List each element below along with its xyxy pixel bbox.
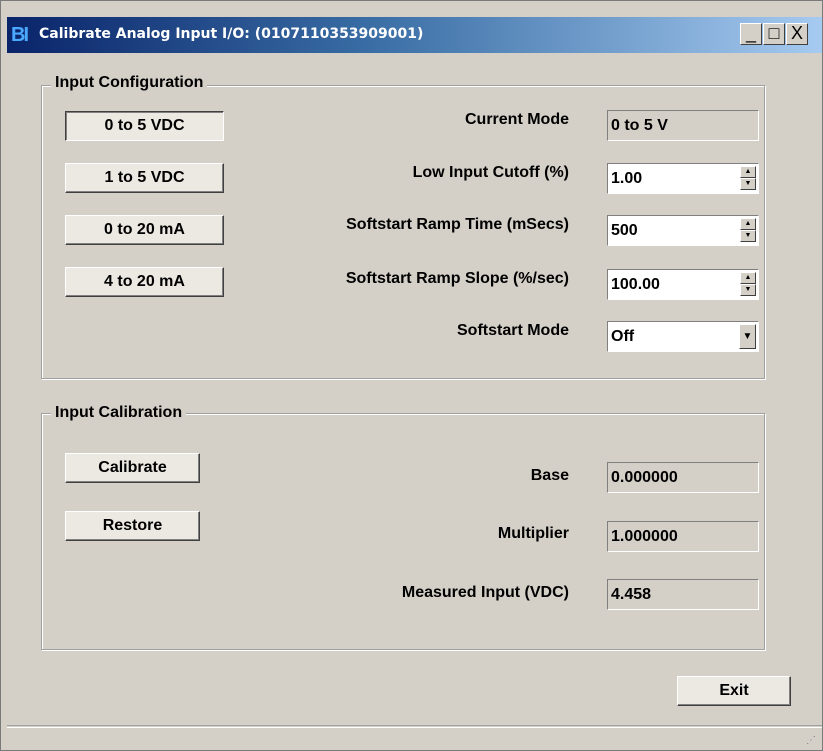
softstart-ramp-slope-value: 100.00 bbox=[611, 276, 660, 293]
softstart-ramp-slope-spinner[interactable]: ▲ ▼ bbox=[740, 272, 756, 297]
multiplier-value: 1.000000 bbox=[611, 528, 678, 545]
base-label: Base bbox=[530, 467, 569, 484]
close-button[interactable]: X bbox=[786, 23, 808, 45]
mode-0-20ma-button[interactable]: 0 to 20 mA bbox=[65, 215, 224, 245]
calibrate-button[interactable]: Calibrate bbox=[65, 453, 200, 483]
base-field: 0.000000 bbox=[607, 462, 759, 493]
softstart-ramp-slope-label: Softstart Ramp Slope (%/sec) bbox=[345, 270, 569, 287]
maximize-button[interactable]: □ bbox=[763, 23, 785, 45]
resize-grip-icon[interactable]: ⋰ bbox=[806, 735, 816, 746]
current-mode-field: 0 to 5 V bbox=[607, 110, 759, 141]
spin-down-icon[interactable]: ▼ bbox=[740, 230, 756, 242]
status-bar bbox=[7, 725, 822, 727]
calibrate-window: BI Calibrate Analog Input I/O: (01071103… bbox=[0, 0, 823, 751]
low-input-cutoff-label: Low Input Cutoff (%) bbox=[412, 164, 569, 181]
spin-down-icon[interactable]: ▼ bbox=[740, 178, 756, 190]
low-input-cutoff-spinner[interactable]: ▲ ▼ bbox=[740, 166, 756, 191]
restore-button[interactable]: Restore bbox=[65, 511, 200, 541]
chevron-down-icon[interactable]: ▼ bbox=[739, 324, 756, 349]
measured-input-field: 4.458 bbox=[607, 579, 759, 610]
current-mode-label: Current Mode bbox=[465, 111, 569, 128]
measured-input-value: 4.458 bbox=[611, 586, 652, 603]
mode-4-20ma-button[interactable]: 4 to 20 mA bbox=[65, 267, 224, 297]
input-configuration-legend: Input Configuration bbox=[51, 74, 208, 92]
softstart-mode-label: Softstart Mode bbox=[457, 322, 569, 339]
base-value: 0.000000 bbox=[611, 469, 678, 486]
spin-up-icon[interactable]: ▲ bbox=[740, 218, 756, 230]
measured-input-label: Measured Input (VDC) bbox=[401, 584, 569, 601]
window-title: Calibrate Analog Input I/O: (01071103539… bbox=[39, 26, 424, 42]
input-calibration-legend: Input Calibration bbox=[51, 404, 187, 422]
softstart-ramp-slope-field[interactable]: 100.00 ▲ ▼ bbox=[607, 269, 759, 300]
softstart-ramp-time-label: Softstart Ramp Time (mSecs) bbox=[346, 216, 569, 233]
spin-up-icon[interactable]: ▲ bbox=[740, 166, 756, 178]
exit-button[interactable]: Exit bbox=[677, 676, 791, 706]
mode-1-5vdc-button[interactable]: 1 to 5 VDC bbox=[65, 163, 224, 193]
app-logo-icon: BI bbox=[11, 24, 29, 46]
current-mode-value: 0 to 5 V bbox=[611, 117, 668, 134]
spin-up-icon[interactable]: ▲ bbox=[740, 272, 756, 284]
spin-down-icon[interactable]: ▼ bbox=[740, 284, 756, 296]
softstart-mode-select[interactable]: Off ▼ bbox=[607, 321, 759, 352]
softstart-ramp-time-field[interactable]: 500 ▲ ▼ bbox=[607, 215, 759, 246]
multiplier-label: Multiplier bbox=[497, 525, 569, 542]
low-input-cutoff-value: 1.00 bbox=[611, 170, 643, 187]
mode-0-5vdc-button[interactable]: 0 to 5 VDC bbox=[65, 111, 224, 141]
multiplier-field: 1.000000 bbox=[607, 521, 759, 552]
low-input-cutoff-field[interactable]: 1.00 ▲ ▼ bbox=[607, 163, 759, 194]
softstart-ramp-time-value: 500 bbox=[611, 222, 638, 239]
softstart-ramp-time-spinner[interactable]: ▲ ▼ bbox=[740, 218, 756, 243]
softstart-mode-value: Off bbox=[611, 328, 635, 345]
minimize-button[interactable]: _ bbox=[740, 23, 762, 45]
title-bar[interactable]: BI Calibrate Analog Input I/O: (01071103… bbox=[7, 17, 822, 53]
